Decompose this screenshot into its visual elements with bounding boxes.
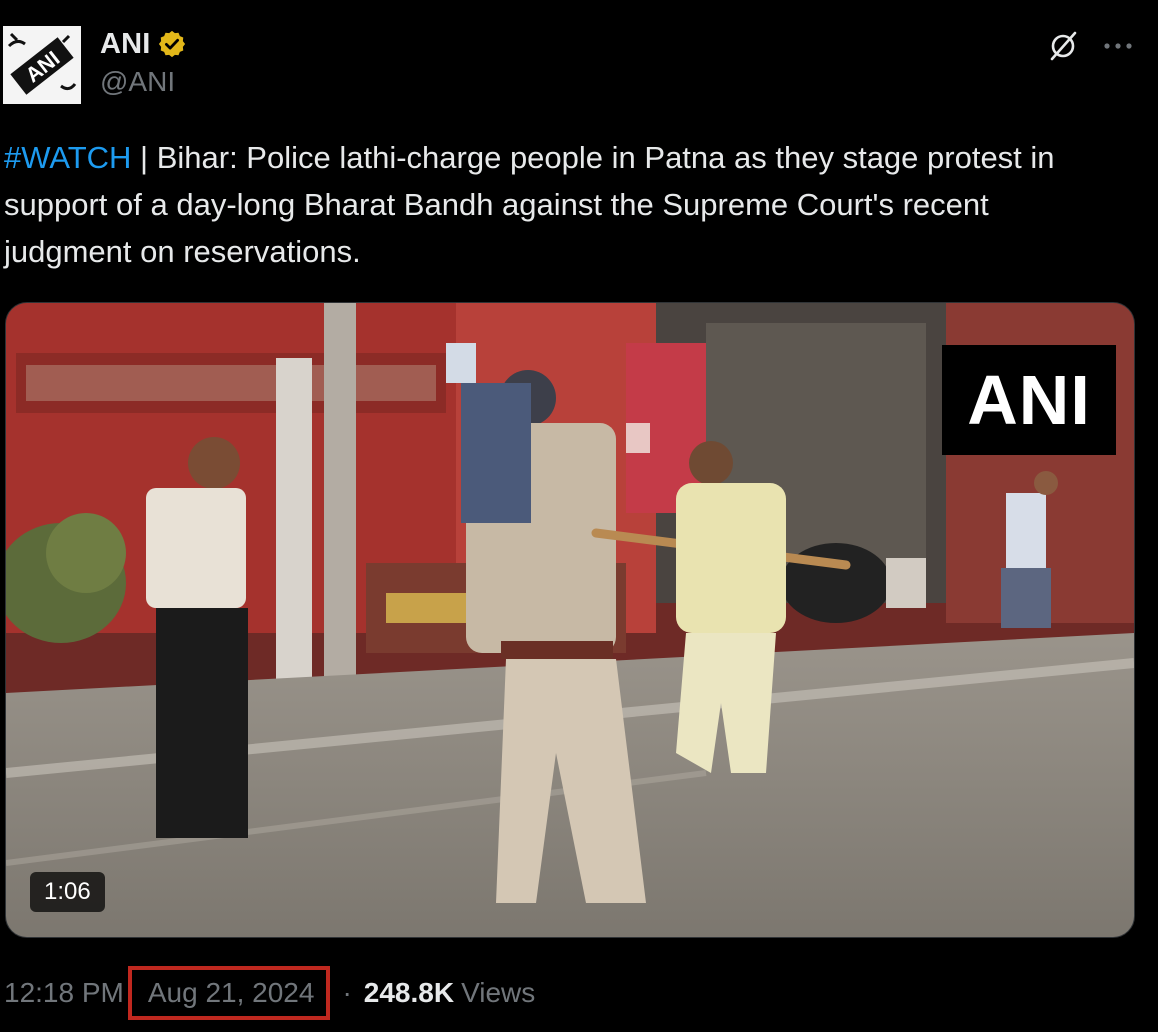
ani-watermark: ANI (942, 345, 1116, 455)
author-name-row: ANI (100, 24, 187, 64)
tweet-view: ANI ANI @ANI #WATCH | Bihar: Police lath… (0, 0, 1158, 1032)
grok-button[interactable] (1043, 28, 1083, 64)
video-player[interactable]: ANI 1:06 (5, 302, 1135, 938)
author-avatar[interactable]: ANI (3, 26, 81, 104)
author-block: ANI @ANI (100, 24, 187, 98)
tweet-text: #WATCH | Bihar: Police lathi-charge peop… (4, 134, 1124, 275)
more-options-button[interactable] (1098, 28, 1138, 64)
tweet-body: | Bihar: Police lathi-charge people in P… (4, 140, 1055, 269)
tweet-time[interactable]: 12:18 PM (4, 977, 124, 1009)
meta-separator: · (342, 977, 352, 1008)
tweet-meta: 12:18 PM Aug 21, 2024 · 248.8K Views (4, 966, 536, 1020)
tweet-date-highlight: Aug 21, 2024 (127, 966, 331, 1020)
author-name[interactable]: ANI (100, 28, 151, 61)
author-handle[interactable]: @ANI (100, 66, 187, 98)
hashtag-link[interactable]: #WATCH (4, 140, 131, 175)
views-label: Views (461, 977, 536, 1008)
video-duration-badge: 1:06 (30, 872, 105, 912)
verified-badge-icon[interactable] (157, 29, 187, 59)
ani-logo-icon: ANI (3, 26, 81, 104)
more-icon (1104, 43, 1132, 49)
tweet-date[interactable]: Aug 21, 2024 (148, 977, 315, 1009)
views-count[interactable]: 248.8K (364, 977, 454, 1009)
grok-icon (1050, 31, 1077, 61)
